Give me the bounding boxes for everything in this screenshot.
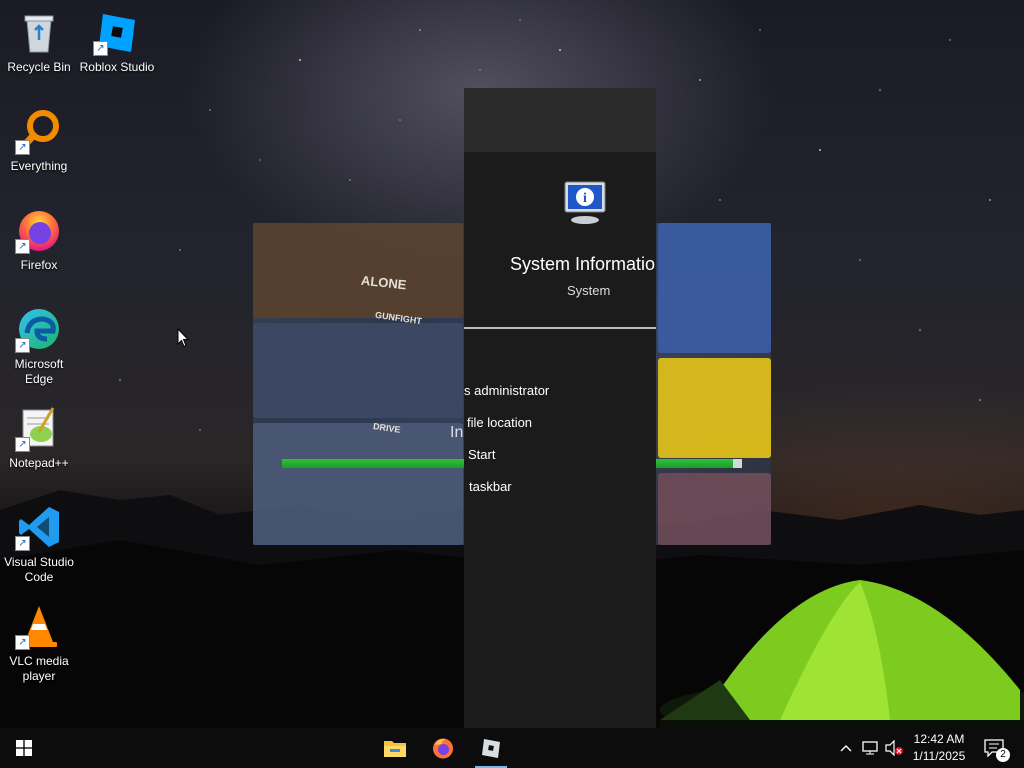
splash-artwork-tile [253,323,463,418]
desktop-icon-microsoft-edge[interactable]: ↗ Microsoft Edge [1,305,77,387]
network-icon [862,741,878,755]
desktop-icon-vlc[interactable]: ↗ VLC media player [1,602,77,684]
clock-date: 1/11/2025 [912,749,966,763]
shortcut-arrow-icon: ↗ [15,239,30,254]
taskbar-firefox[interactable] [419,728,467,768]
show-hidden-icons-button[interactable] [834,728,858,768]
everything-search-icon: ↗ [15,107,63,155]
shortcut-arrow-icon: ↗ [93,41,108,56]
action-center-button[interactable]: 2 [976,728,1012,768]
chevron-up-icon [840,745,852,752]
desktop-icon-label: Firefox [20,258,58,272]
app-context-panel: i System Informatio System s administrat… [464,88,656,728]
notification-count-badge: 2 [996,748,1010,762]
taskbar-file-explorer[interactable] [371,728,419,768]
edge-icon: ↗ [15,305,63,353]
volume-button[interactable] [882,728,906,768]
taskbar: 12:42 AM 1/11/2025 2 [0,728,1024,768]
desktop-icon-firefox[interactable]: ↗ Firefox [1,206,77,273]
shortcut-arrow-icon: ↗ [15,536,30,551]
firefox-icon [433,738,453,759]
start-button[interactable] [0,728,48,768]
desktop-icon-label: VLC media player [9,654,69,683]
panel-app-subtitle: System [567,283,611,298]
system-information-icon: i [561,178,609,226]
shortcut-arrow-icon: ↗ [15,140,30,155]
desktop-icon-label: Everything [10,159,68,173]
desktop-icon-label: Notepad++ [9,456,69,470]
wallpaper-tent [660,580,1024,730]
desktop-icon-label: Roblox Studio [79,60,155,74]
vlc-icon: ↗ [15,602,63,650]
taskbar-roblox-studio[interactable] [467,728,515,768]
panel-divider [464,327,656,329]
network-status-button[interactable] [858,728,882,768]
menu-item-pin-to-start[interactable]: Start [468,447,495,462]
desktop-icon-roblox-studio[interactable]: ↗ Roblox Studio [79,8,155,75]
clock-time: 12:42 AM [913,732,965,746]
splash-artwork-tile [658,473,771,545]
desktop-icon-recycle-bin[interactable]: Recycle Bin [1,8,77,75]
roblox-studio-icon [482,739,500,758]
splash-artwork-tile [253,423,463,545]
recycle-bin-icon [15,8,63,56]
menu-item-run-as-administrator[interactable]: s administrator [464,383,549,398]
menu-item-open-file-location[interactable]: file location [467,415,532,430]
desktop-icon-label: Visual Studio Code [4,555,74,584]
svg-text:i: i [583,191,587,206]
notepad-plus-plus-icon: ↗ [15,404,63,452]
menu-item-pin-to-taskbar[interactable]: taskbar [469,479,512,494]
mouse-cursor-icon [177,328,189,348]
shortcut-arrow-icon: ↗ [15,635,30,650]
vscode-icon: ↗ [15,503,63,551]
splash-artwork-tile [658,358,771,458]
desktop-icon-visual-studio-code[interactable]: ↗ Visual Studio Code [1,503,77,585]
panel-header-bar [464,88,656,152]
desktop-icon-label: Microsoft Edge [14,357,64,386]
splash-status-text: In [450,424,464,441]
file-explorer-icon [384,741,406,757]
splash-artwork-tile [658,223,771,353]
volume-muted-icon [885,740,903,756]
desktop-icon-notepad-plus-plus[interactable]: ↗ Notepad++ [1,404,77,471]
desktop-icon-everything[interactable]: ↗ Everything [1,107,77,174]
firefox-icon: ↗ [15,206,63,254]
panel-app-title: System Informatio [510,254,656,274]
desktop-icon-label: Recycle Bin [7,60,71,74]
roblox-studio-icon: ↗ [93,8,141,56]
shortcut-arrow-icon: ↗ [15,338,30,353]
windows-logo-icon [16,740,32,756]
splash-artwork-tile [253,223,463,318]
shortcut-arrow-icon: ↗ [15,437,30,452]
taskbar-clock[interactable]: 12:42 AM 1/11/2025 [906,728,972,768]
